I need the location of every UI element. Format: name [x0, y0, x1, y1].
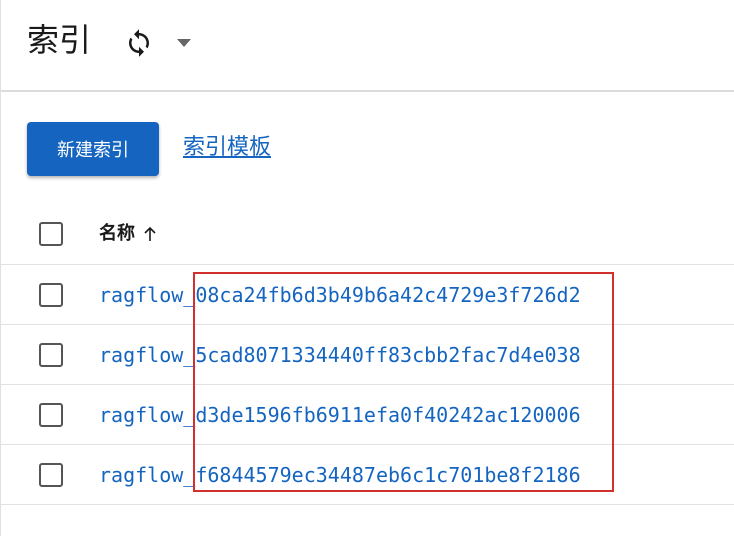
options-dropdown-button[interactable] [171, 30, 197, 56]
index-name-link[interactable]: ragflow_f6844579ec34487eb6c1c701be8f2186 [99, 461, 581, 489]
row-checkbox[interactable] [39, 283, 63, 307]
row-checkbox[interactable] [39, 463, 63, 487]
caret-down-icon [177, 39, 191, 47]
name-column-header[interactable]: 名称 [99, 222, 157, 246]
table-row: ragflow_f6844579ec34487eb6c1c701be8f2186 [1, 445, 734, 505]
table-header-row: 名称 [1, 204, 734, 265]
table-row: ragflow_08ca24fb6d3b49b6a42c4729e3f726d2 [1, 265, 734, 325]
index-name-link[interactable]: ragflow_d3de1596fb6911efa0f40242ac120006 [99, 401, 581, 429]
index-name-link[interactable]: ragflow_5cad8071334440ff83cbb2fac7d4e038 [99, 341, 581, 369]
refresh-icon [129, 29, 149, 57]
name-column-label: 名称 [99, 223, 135, 244]
select-all-checkbox[interactable] [39, 222, 63, 246]
refresh-button[interactable] [122, 26, 156, 60]
create-index-button[interactable]: 新建索引 [27, 122, 159, 176]
table-row: ragflow_5cad8071334440ff83cbb2fac7d4e038 [1, 325, 734, 385]
row-checkbox[interactable] [39, 343, 63, 367]
page-title: 索引 [27, 21, 92, 59]
indices-page: 索引 新建索引 索引模板 名称 ragflow_08ca24fb6d3b49b6… [0, 0, 734, 536]
index-name-link[interactable]: ragflow_08ca24fb6d3b49b6a42c4729e3f726d2 [99, 281, 581, 309]
table-row: ragflow_d3de1596fb6911efa0f40242ac120006 [1, 385, 734, 445]
arrow-up-icon [143, 226, 157, 242]
row-checkbox[interactable] [39, 403, 63, 427]
page-header: 索引 [1, 0, 734, 92]
index-templates-link[interactable]: 索引模板 [183, 133, 271, 163]
indices-table: 名称 ragflow_08ca24fb6d3b49b6a42c4729e3f72… [1, 204, 734, 505]
